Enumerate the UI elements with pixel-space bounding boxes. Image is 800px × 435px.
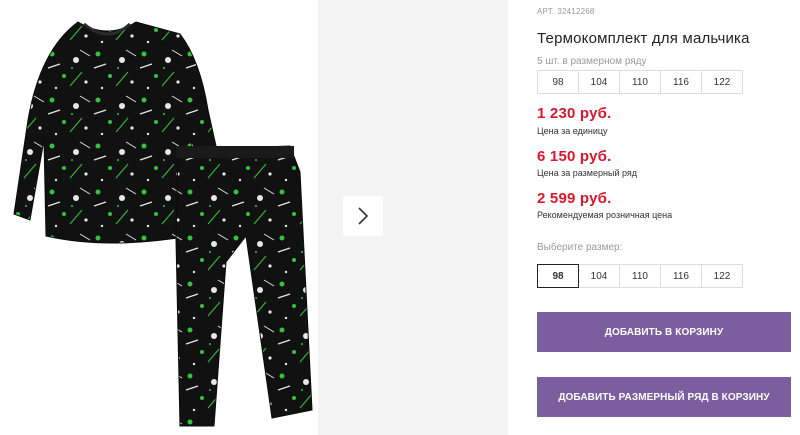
size-option-98[interactable]: 98 xyxy=(537,264,579,288)
size-option-122[interactable]: 122 xyxy=(701,264,743,288)
product-main-photo[interactable] xyxy=(0,0,318,435)
size-option-104[interactable]: 104 xyxy=(578,264,620,288)
series-price-label: Цена за размерный ряд xyxy=(537,168,638,178)
size-option-110[interactable]: 110 xyxy=(619,264,661,288)
pack-size-item: 122 xyxy=(701,70,743,94)
pack-size-item: 104 xyxy=(578,70,620,94)
retail-price: 2 599 руб. xyxy=(537,190,612,207)
sku-value: 32412268 xyxy=(557,7,595,16)
size-selector: 98 104 110 116 122 xyxy=(537,264,743,288)
pajama-image xyxy=(13,21,313,427)
pack-size-item: 110 xyxy=(619,70,661,94)
add-to-cart-button[interactable]: Добавить в корзину xyxy=(537,312,791,352)
sku-line: АРТ. 32412268 xyxy=(537,7,595,16)
pack-size-item: 116 xyxy=(660,70,702,94)
gallery-next-button[interactable] xyxy=(343,196,383,236)
unit-price: 1 230 руб. xyxy=(537,105,612,122)
series-price: 6 150 руб. xyxy=(537,148,612,165)
retail-price-label: Рекомендуемая розничная цена xyxy=(537,210,673,220)
chevron-right-icon xyxy=(358,207,369,225)
size-option-116[interactable]: 116 xyxy=(660,264,702,288)
unit-price-label: Цена за единицу xyxy=(537,126,608,136)
pack-note: 5 шт. в размерном ряду xyxy=(537,56,647,67)
product-title: Термокомплект для мальчика xyxy=(537,30,750,47)
product-info-panel: АРТ. 32412268 Термокомплект для мальчика … xyxy=(537,0,800,435)
sku-label: АРТ. xyxy=(537,7,555,16)
pack-size-list: 98 104 110 116 122 xyxy=(537,70,743,94)
choose-size-label: Выберите размер: xyxy=(537,242,623,253)
pack-size-item: 98 xyxy=(537,70,579,94)
add-series-to-cart-button[interactable]: Добавить размерный ряд в корзину xyxy=(537,377,791,417)
